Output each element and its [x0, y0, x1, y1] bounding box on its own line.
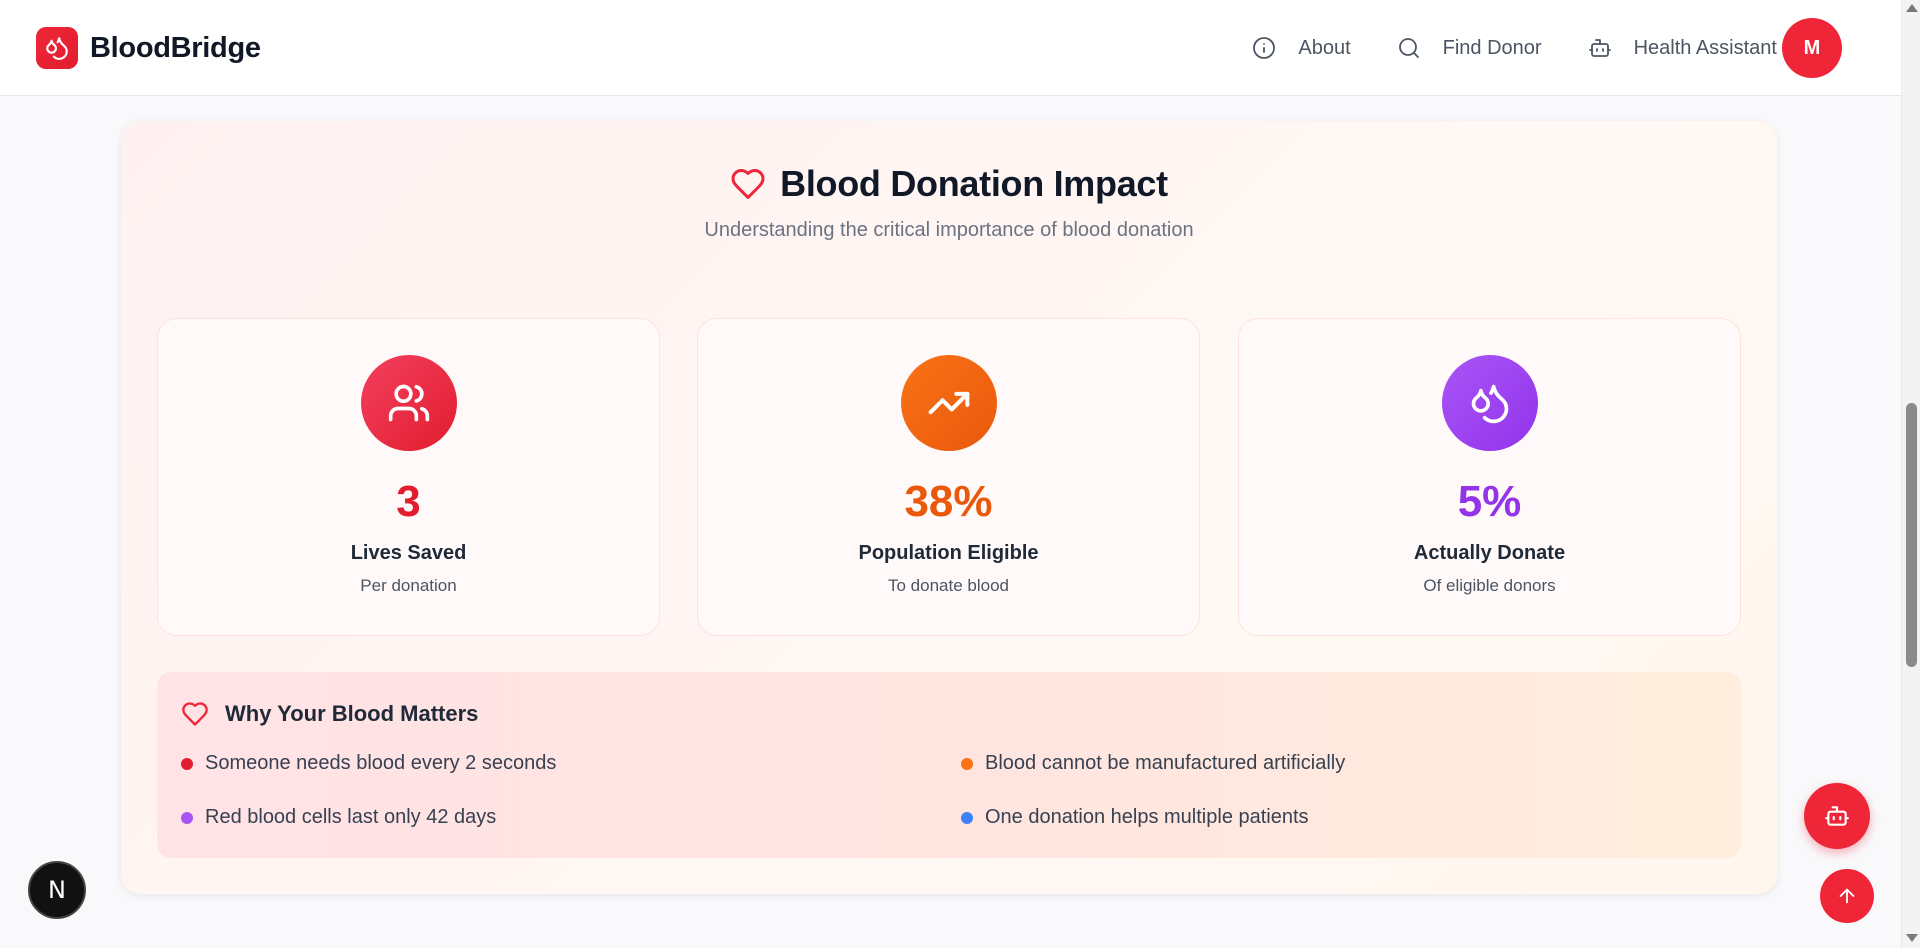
main-nav: About Find Donor Health Assistant — [1252, 0, 1801, 96]
blood-drops-icon — [1441, 355, 1538, 451]
stat-sublabel: Of eligible donors — [1423, 576, 1556, 595]
fact-text: Someone needs blood every 2 seconds — [205, 752, 557, 774]
impact-subtitle: Understanding the critical importance of… — [704, 219, 1194, 241]
bullet-dot — [961, 811, 973, 824]
stat-label: Lives Saved — [350, 542, 467, 564]
stat-value: 5% — [1457, 477, 1522, 526]
stat-card-lives-saved: 3 Lives Saved Per donation — [157, 318, 660, 636]
nav-about[interactable]: About — [1252, 36, 1351, 60]
users-icon — [360, 355, 457, 451]
bot-icon — [1588, 39, 1611, 57]
stat-value: 3 — [396, 477, 421, 526]
stat-label: Population Eligible — [858, 542, 1039, 564]
fact-text: Red blood cells last only 42 days — [205, 806, 497, 828]
scroll-to-top-button[interactable] — [1820, 869, 1874, 923]
bullet-dot — [181, 811, 193, 824]
trending-up-icon — [900, 355, 997, 451]
impact-section: Blood Donation Impact Understanding the … — [121, 121, 1777, 894]
nav-health-assistant-label: Health Assistant — [1633, 36, 1777, 59]
user-avatar[interactable]: M — [1782, 18, 1842, 78]
scroll-up-arrow-icon[interactable] — [1906, 4, 1918, 12]
heart-icon — [182, 702, 208, 726]
brand-logo[interactable]: BloodBridge — [36, 27, 261, 69]
nav-find-donor-label: Find Donor — [1442, 36, 1542, 59]
why-title: Why Your Blood Matters — [225, 701, 479, 726]
heart-icon — [731, 169, 765, 199]
brand-name: BloodBridge — [90, 31, 261, 64]
health-assistant-fab[interactable] — [1804, 783, 1870, 849]
search-icon — [1398, 38, 1419, 58]
fact-item: Blood cannot be manufactured artificiall… — [961, 752, 1345, 775]
scroll-down-arrow-icon[interactable] — [1906, 934, 1918, 942]
nav-health-assistant[interactable]: Health Assistant — [1588, 36, 1777, 60]
impact-heading: Blood Donation Impact — [121, 163, 1777, 205]
fact-text: Blood cannot be manufactured artificiall… — [985, 752, 1346, 774]
fact-item: One donation helps multiple patients — [961, 806, 1309, 829]
blood-drops-icon — [36, 27, 78, 69]
nav-find-donor[interactable]: Find Donor — [1397, 36, 1542, 60]
bot-icon — [1825, 806, 1849, 826]
impact-title: Blood Donation Impact — [780, 163, 1168, 204]
page-scrollbar[interactable] — [1901, 0, 1920, 948]
nextjs-dev-badge[interactable]: N — [28, 861, 86, 919]
why-blood-matters-box: Why Your Blood Matters Someone needs blo… — [157, 672, 1741, 858]
stat-sublabel: To donate blood — [888, 576, 1009, 595]
bullet-dot — [181, 757, 193, 770]
fact-item: Red blood cells last only 42 days — [181, 806, 496, 829]
bullet-dot — [961, 757, 973, 770]
stat-value: 38% — [904, 477, 993, 526]
top-navbar: BloodBridge About Find Donor Health Assi… — [0, 0, 1901, 96]
why-heading: Why Your Blood Matters — [181, 700, 478, 728]
stat-sublabel: Per donation — [360, 576, 457, 595]
info-icon — [1253, 37, 1276, 59]
fact-item: Someone needs blood every 2 seconds — [181, 752, 556, 775]
scrollbar-thumb[interactable] — [1906, 403, 1917, 667]
arrow-up-icon — [1839, 888, 1855, 904]
stat-label: Actually Donate — [1413, 542, 1566, 564]
stat-card-population-eligible: 38% Population Eligible To donate blood — [697, 318, 1200, 636]
stat-card-actually-donate: 5% Actually Donate Of eligible donors — [1238, 318, 1741, 636]
nav-about-label: About — [1298, 36, 1351, 59]
fact-text: One donation helps multiple patients — [985, 806, 1309, 828]
